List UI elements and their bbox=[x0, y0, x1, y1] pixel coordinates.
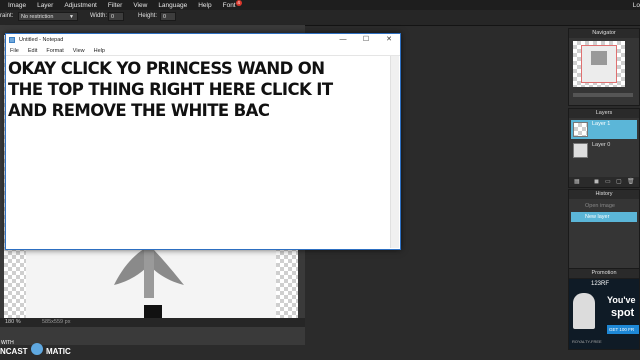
watermark-logo-icon bbox=[31, 343, 43, 355]
delete-layer-icon[interactable]: 🗑 bbox=[627, 178, 635, 185]
promo-footer: ROYALTY-FREE bbox=[572, 339, 602, 344]
zoom-level[interactable]: 180 % bbox=[5, 319, 21, 325]
notepad-menu-edit[interactable]: Edit bbox=[28, 48, 37, 54]
notepad-menu-help[interactable]: Help bbox=[94, 48, 105, 54]
menu-language[interactable]: Language bbox=[158, 2, 187, 9]
image-dimensions: 585x559 px bbox=[42, 319, 71, 325]
status-bar: 180 % 585x559 px bbox=[0, 318, 305, 327]
history-panel: History Open image New layer bbox=[568, 189, 640, 269]
promo-cta-button[interactable]: GET 100 FR bbox=[607, 325, 639, 334]
options-toolbar: raint: No restriction ▼ Width: 0 Height:… bbox=[0, 10, 640, 26]
history-title: History bbox=[569, 190, 639, 199]
height-input[interactable]: 0 bbox=[160, 12, 176, 21]
layer-mask-icon[interactable]: ◼ bbox=[594, 178, 599, 185]
notepad-scrollbar[interactable] bbox=[390, 56, 399, 248]
zoom-value: 180 bbox=[5, 319, 15, 325]
menu-view[interactable]: View bbox=[133, 2, 147, 9]
width-label: Width: bbox=[90, 13, 108, 19]
navigator-panel: Navigator bbox=[568, 28, 640, 106]
menu-font[interactable]: Font 4 bbox=[222, 0, 242, 9]
constraint-select[interactable]: No restriction ▼ bbox=[18, 12, 78, 21]
notepad-menu-file[interactable]: File bbox=[10, 48, 19, 54]
zoom-unit: % bbox=[15, 319, 21, 325]
login-link[interactable]: Lo bbox=[633, 2, 640, 9]
watermark-text-3: MATIC bbox=[46, 347, 71, 356]
layer-label: Layer 1 bbox=[592, 121, 611, 127]
font-notification-badge: 4 bbox=[235, 0, 242, 6]
close-icon[interactable]: ✕ bbox=[378, 34, 400, 46]
layer-thumbnail bbox=[573, 143, 588, 158]
recording-watermark: WITH NCAST MATIC bbox=[0, 340, 110, 360]
zoom-slider[interactable] bbox=[573, 93, 633, 97]
notepad-app-icon bbox=[9, 37, 15, 43]
history-item[interactable]: Open image bbox=[571, 201, 637, 211]
maximize-icon[interactable]: ☐ bbox=[355, 34, 377, 46]
menu-adjustment[interactable]: Adjustment bbox=[64, 2, 97, 9]
history-item[interactable]: New layer bbox=[571, 212, 637, 222]
layer-label: Layer 0 bbox=[592, 142, 611, 148]
promo-headline-1: You've bbox=[607, 295, 636, 305]
history-item-label: Open image bbox=[585, 203, 615, 209]
layers-panel: Layers Layer 1 Layer 0 ▦ ◼ ▭ ▢ 🗑 bbox=[568, 108, 640, 188]
menu-layer[interactable]: Layer bbox=[37, 2, 53, 9]
layer-item[interactable]: Layer 0 bbox=[571, 141, 637, 160]
notepad-window: Untitled - Notepad — ☐ ✕ File Edit Forma… bbox=[5, 33, 401, 250]
navigator-preview[interactable] bbox=[573, 41, 625, 87]
notepad-text-area[interactable]: OKAY CLICK YO PRINCESS WAND ON THE TOP T… bbox=[7, 56, 391, 248]
navigator-title: Navigator bbox=[569, 29, 639, 38]
watermark-text-2: NCAST bbox=[0, 347, 28, 356]
menu-filter[interactable]: Filter bbox=[108, 2, 122, 9]
layer-actions: ▦ ◼ ▭ ▢ 🗑 bbox=[569, 177, 639, 187]
promo-ad[interactable]: 123RF You've spot GET 100 FR ROYALTY-FRE… bbox=[569, 279, 639, 349]
height-label: Height: bbox=[138, 13, 158, 19]
notepad-menu-view[interactable]: View bbox=[73, 48, 85, 54]
promotion-panel: Promotion 123RF You've spot GET 100 FR R… bbox=[568, 268, 640, 350]
history-item-label: New layer bbox=[585, 214, 610, 220]
minimize-icon[interactable]: — bbox=[332, 34, 354, 46]
watermark-text-1: WITH bbox=[1, 340, 14, 346]
promotion-title: Promotion bbox=[569, 269, 639, 278]
layer-thumbnail bbox=[573, 122, 588, 137]
constraint-value: No restriction bbox=[21, 14, 54, 20]
menu-image[interactable]: Image bbox=[8, 2, 26, 9]
navigator-shirt bbox=[591, 51, 607, 65]
chevron-down-icon: ▼ bbox=[69, 14, 74, 20]
menu-font-label: Font bbox=[222, 1, 236, 9]
constraint-label: raint: bbox=[0, 13, 14, 19]
new-layer-icon[interactable]: ▢ bbox=[616, 178, 622, 185]
editor-menubar: Image Layer Adjustment Filter View Langu… bbox=[0, 0, 640, 10]
promo-headline-2: spot bbox=[611, 307, 635, 319]
menu-help[interactable]: Help bbox=[198, 2, 211, 9]
width-input[interactable]: 0 bbox=[108, 12, 124, 21]
promo-brand: 123RF bbox=[591, 281, 610, 287]
notepad-title: Untitled - Notepad bbox=[19, 37, 64, 43]
notepad-menu-format[interactable]: Format bbox=[46, 48, 63, 54]
notepad-menubar: File Edit Format View Help bbox=[6, 46, 400, 56]
folder-icon[interactable]: ▭ bbox=[605, 178, 611, 185]
astronaut-icon bbox=[573, 293, 595, 329]
notepad-titlebar: Untitled - Notepad — ☐ ✕ bbox=[6, 34, 400, 46]
layer-settings-icon[interactable]: ▦ bbox=[574, 178, 580, 185]
